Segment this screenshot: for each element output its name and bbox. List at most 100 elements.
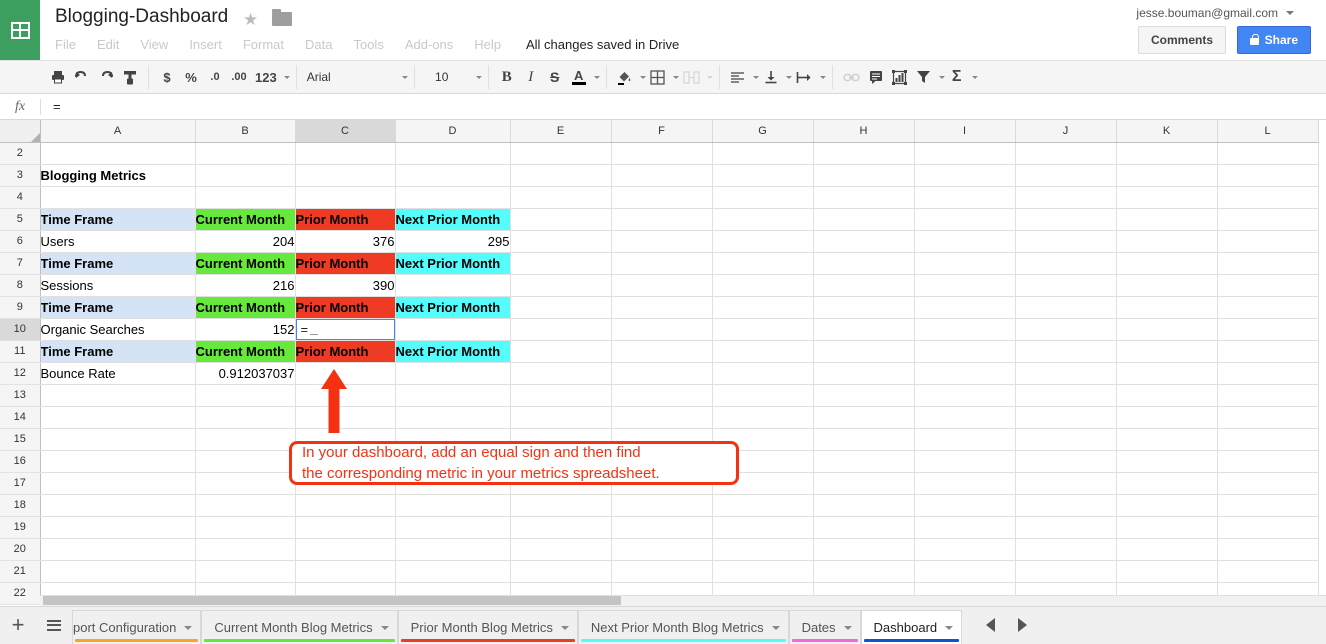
cell-A11[interactable]: Time Frame	[40, 340, 196, 363]
account-email[interactable]: jesse.bouman@gmail.com	[1136, 6, 1278, 20]
row-header-23[interactable]: 23	[0, 604, 41, 605]
cell-F7[interactable]	[611, 252, 713, 275]
menu-view[interactable]: View	[140, 37, 168, 52]
cell-H18[interactable]	[813, 494, 915, 517]
cell-B9[interactable]: Current Month	[195, 296, 296, 319]
sheet-tab-4[interactable]: Dates	[788, 610, 861, 644]
cell-A16[interactable]	[40, 450, 196, 473]
cell-D3[interactable]	[395, 164, 511, 187]
row-header-21[interactable]: 21	[0, 560, 41, 583]
column-header-d[interactable]: D	[395, 120, 511, 143]
chevron-down-icon[interactable]	[771, 625, 780, 630]
cell-editor[interactable]: =	[295, 318, 394, 339]
cell-L8[interactable]	[1217, 274, 1319, 297]
cell-I15[interactable]	[914, 428, 1016, 451]
cell-K14[interactable]	[1116, 406, 1218, 429]
cell-K5[interactable]	[1116, 208, 1218, 231]
cell-I21[interactable]	[914, 560, 1016, 583]
cell-H19[interactable]	[813, 516, 915, 539]
cell-I12[interactable]	[914, 362, 1016, 385]
cell-D21[interactable]	[395, 560, 511, 583]
cell-E8[interactable]	[510, 274, 612, 297]
cell-B10[interactable]: 152	[195, 318, 296, 341]
cell-H6[interactable]	[813, 230, 915, 253]
menu-format[interactable]: Format	[243, 37, 284, 52]
share-button[interactable]: Share	[1236, 26, 1311, 54]
cell-G19[interactable]	[712, 516, 814, 539]
cell-A7[interactable]: Time Frame	[40, 252, 196, 275]
cell-H8[interactable]	[813, 274, 915, 297]
redo-icon[interactable]	[94, 65, 118, 89]
cell-A3[interactable]: Blogging Metrics	[40, 164, 196, 187]
column-header-b[interactable]: B	[195, 120, 296, 143]
cell-I13[interactable]	[914, 384, 1016, 407]
cell-I19[interactable]	[914, 516, 1016, 539]
cell-B16[interactable]	[195, 450, 296, 473]
cell-L18[interactable]	[1217, 494, 1319, 517]
cell-I20[interactable]	[914, 538, 1016, 561]
cell-F5[interactable]	[611, 208, 713, 231]
cell-G14[interactable]	[712, 406, 814, 429]
row-header-2[interactable]: 2	[0, 142, 41, 165]
cell-F3[interactable]	[611, 164, 713, 187]
cell-F9[interactable]	[611, 296, 713, 319]
cell-B8[interactable]: 216	[195, 274, 296, 297]
cell-L9[interactable]	[1217, 296, 1319, 319]
cell-H21[interactable]	[813, 560, 915, 583]
cell-E12[interactable]	[510, 362, 612, 385]
chevron-down-icon[interactable]	[401, 75, 408, 79]
cell-K9[interactable]	[1116, 296, 1218, 319]
cell-I2[interactable]	[914, 142, 1016, 165]
column-header-f[interactable]: F	[611, 120, 713, 143]
cell-H12[interactable]	[813, 362, 915, 385]
column-header-a[interactable]: A	[40, 120, 196, 143]
cell-K20[interactable]	[1116, 538, 1218, 561]
chevron-down-icon[interactable]	[843, 625, 852, 630]
cell-K10[interactable]	[1116, 318, 1218, 341]
cell-K21[interactable]	[1116, 560, 1218, 583]
cell-L7[interactable]	[1217, 252, 1319, 275]
cell-G18[interactable]	[712, 494, 814, 517]
row-header-7[interactable]: 7	[0, 252, 41, 275]
cell-D2[interactable]	[395, 142, 511, 165]
cell-J6[interactable]	[1015, 230, 1117, 253]
row-header-16[interactable]: 16	[0, 450, 41, 473]
cell-E9[interactable]	[510, 296, 612, 319]
cell-B18[interactable]	[195, 494, 296, 517]
sheet-tab-5[interactable]: Dashboard	[860, 610, 963, 644]
cell-L19[interactable]	[1217, 516, 1319, 539]
cell-J7[interactable]	[1015, 252, 1117, 275]
cell-F6[interactable]	[611, 230, 713, 253]
cell-F8[interactable]	[611, 274, 713, 297]
cell-L6[interactable]	[1217, 230, 1319, 253]
cell-J14[interactable]	[1015, 406, 1117, 429]
cell-C5[interactable]: Prior Month	[295, 208, 396, 231]
column-header-e[interactable]: E	[510, 120, 612, 143]
row-header-4[interactable]: 4	[0, 186, 41, 209]
cell-C2[interactable]	[295, 142, 396, 165]
sheets-logo-icon[interactable]	[0, 0, 40, 60]
cell-E11[interactable]	[510, 340, 612, 363]
undo-icon[interactable]	[70, 65, 94, 89]
cell-H13[interactable]	[813, 384, 915, 407]
cell-E10[interactable]	[510, 318, 612, 341]
cell-I7[interactable]	[914, 252, 1016, 275]
row-header-9[interactable]: 9	[0, 296, 41, 319]
cell-B2[interactable]	[195, 142, 296, 165]
formula-input[interactable]: =	[41, 99, 1326, 114]
cell-L5[interactable]	[1217, 208, 1319, 231]
cell-J19[interactable]	[1015, 516, 1117, 539]
cell-B12[interactable]: 0.912037037	[195, 362, 296, 385]
cell-E13[interactable]	[510, 384, 612, 407]
cell-K4[interactable]	[1116, 186, 1218, 209]
cell-F2[interactable]	[611, 142, 713, 165]
column-header-h[interactable]: H	[813, 120, 915, 143]
cell-L13[interactable]	[1217, 384, 1319, 407]
cell-D5[interactable]: Next Prior Month	[395, 208, 511, 231]
cell-J18[interactable]	[1015, 494, 1117, 517]
cell-G9[interactable]	[712, 296, 814, 319]
cell-J13[interactable]	[1015, 384, 1117, 407]
cell-A5[interactable]: Time Frame	[40, 208, 196, 231]
menu-edit[interactable]: Edit	[97, 37, 119, 52]
cell-I14[interactable]	[914, 406, 1016, 429]
